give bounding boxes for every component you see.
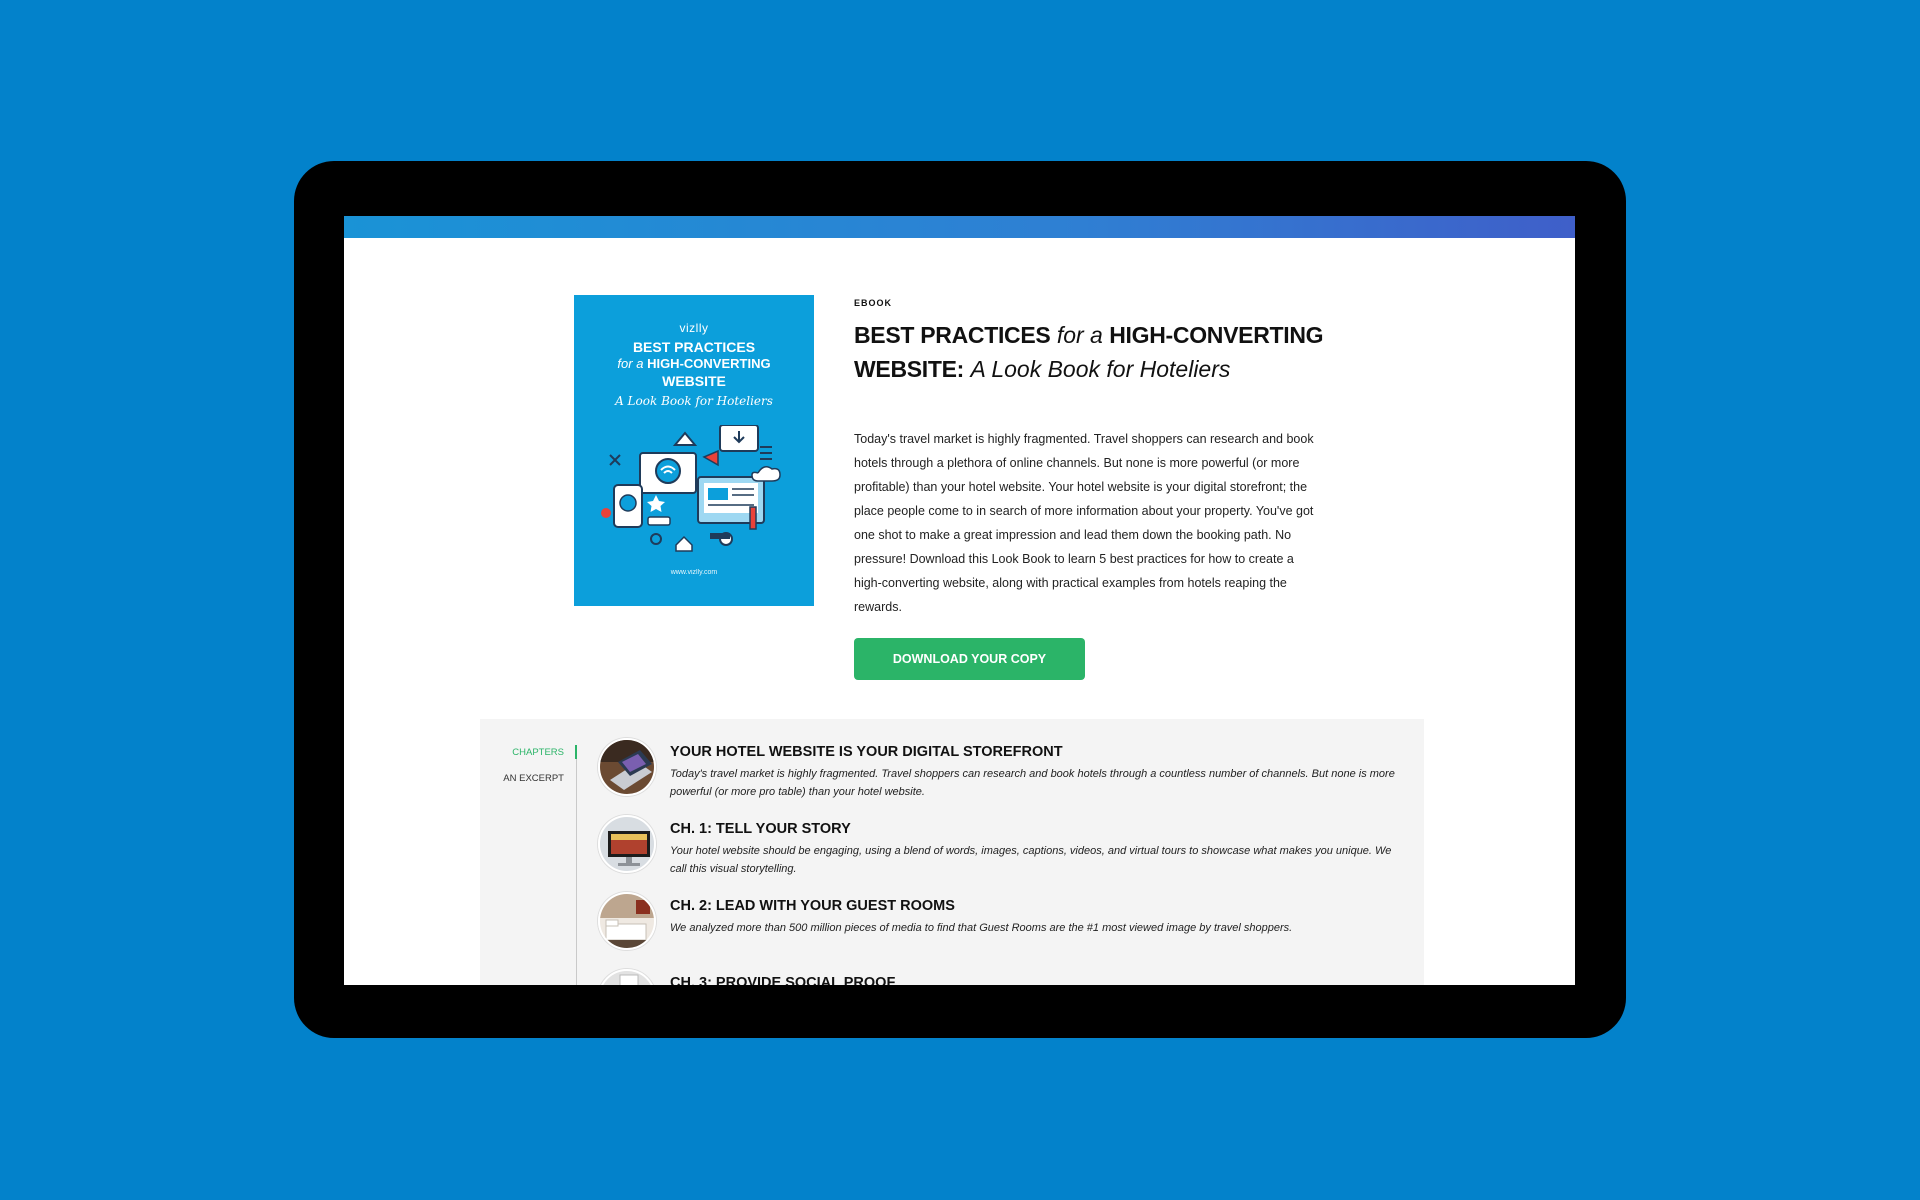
chapter-thumbnail: [598, 815, 656, 873]
chapter-description: We analyzed more than 500 million pieces…: [670, 922, 1293, 934]
monitor-image-icon: [600, 817, 654, 871]
active-tab-indicator: [575, 745, 577, 759]
chapter-description: Your hotel website should be engaging, u…: [670, 845, 1392, 875]
top-gradient-bar: [344, 216, 1575, 238]
chapter-title: CH. 1: TELL YOUR STORY: [670, 821, 851, 837]
cover-brand: vizlly: [679, 321, 709, 335]
chapter-title: CH. 3: PROVIDE SOCIAL PROOF: [670, 975, 896, 985]
cover-title-line2b: HIGH-CONVERTING: [647, 356, 771, 371]
tab-chapters[interactable]: CHAPTERS: [512, 747, 564, 758]
laptop-image-icon: [600, 740, 654, 794]
divider: [576, 759, 577, 985]
download-copy-button[interactable]: DOWNLOAD YOUR COPY: [854, 638, 1085, 680]
ebook-cover: vizlly BEST PRACTICES for a HIGH-CONVERT…: [574, 295, 814, 606]
cover-url: www.vizlly.com: [670, 569, 718, 576]
chapter-title: CH. 2: LEAD WITH YOUR GUEST ROOMS: [670, 898, 955, 914]
page-title: BEST PRACTICES for a HIGH-CONVERTING WEB…: [854, 318, 1324, 386]
cover-title-line2: for a HIGH-CONVERTING: [574, 356, 814, 371]
browser-screen: vizlly BEST PRACTICES for a HIGH-CONVERT…: [344, 216, 1575, 985]
ebook-description: Today's travel market is highly fragment…: [854, 432, 1314, 614]
cover-illustration-icon: [601, 425, 781, 552]
chapter-description: Today's travel market is highly fragment…: [670, 768, 1395, 798]
chapter-thumbnail: [598, 738, 656, 796]
tab-an-excerpt[interactable]: AN EXCERPT: [503, 773, 564, 784]
headline-bold1: BEST PRACTICES: [854, 322, 1051, 348]
chapter-thumbnail: [598, 892, 656, 950]
chapters-side-nav: CHAPTERS AN EXCERPT: [480, 719, 577, 985]
cover-title-for: for a: [617, 356, 644, 371]
guest-room-image-icon: [600, 894, 654, 948]
chapter-title: YOUR HOTEL WEBSITE IS YOUR DIGITAL STORE…: [670, 744, 1063, 760]
cover-title-line3: WEBSITE: [662, 373, 726, 389]
cover-title-line1: BEST PRACTICES: [632, 339, 756, 355]
social-proof-image-icon: [600, 971, 654, 985]
headline-italic2: A Look Book for Hoteliers: [970, 356, 1231, 382]
cover-subtitle: A Look Book for Hoteliers: [615, 394, 773, 408]
chapter-thumbnail: [598, 969, 656, 985]
eyebrow-label: EBOOK: [854, 298, 893, 308]
chapters-panel: CHAPTERS AN EXCERPT YOUR HOTEL WEBSITE I…: [480, 719, 1424, 985]
headline-italic1: for a: [1056, 322, 1103, 348]
